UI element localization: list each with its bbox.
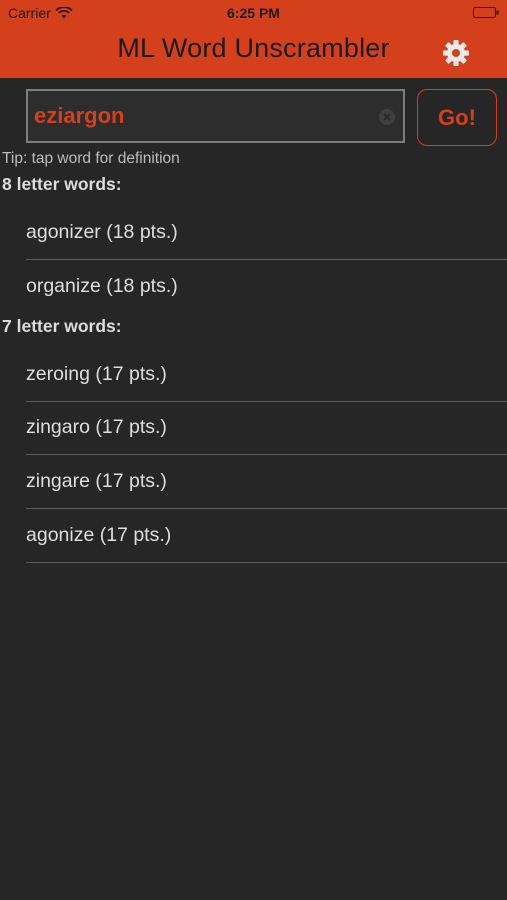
row-divider — [26, 508, 507, 509]
tip-text: Tip: tap word for definition — [2, 150, 180, 167]
go-button[interactable]: Go! — [417, 89, 497, 146]
word-label: organize (18 pts.) — [26, 275, 178, 297]
word-row[interactable]: agonize (17 pts.) — [26, 510, 507, 563]
word-row[interactable]: zingaro (17 pts.) — [26, 402, 507, 455]
search-input[interactable] — [34, 91, 374, 141]
clear-icon[interactable] — [379, 109, 395, 125]
word-row[interactable]: organize (18 pts.) — [26, 261, 507, 314]
word-label: zingaro (17 pts.) — [26, 416, 167, 438]
section-heading-8-letter: 8 letter words: — [2, 174, 122, 194]
gear-icon[interactable] — [441, 38, 471, 68]
status-time: 6:25 PM — [227, 5, 280, 21]
row-divider — [26, 454, 507, 455]
battery-icon — [473, 7, 499, 18]
word-row[interactable]: agonizer (18 pts.) — [26, 207, 507, 260]
word-label: agonizer (18 pts.) — [26, 221, 178, 243]
row-divider — [26, 259, 507, 260]
search-field[interactable] — [26, 89, 405, 143]
app-title: ML Word Unscrambler — [117, 33, 390, 63]
app-header: Carrier 6:25 PM ML Word Unscrambler — [0, 0, 507, 78]
word-label: agonize (17 pts.) — [26, 524, 172, 546]
word-row[interactable]: zeroing (17 pts.) — [26, 349, 507, 402]
word-label: zeroing (17 pts.) — [26, 363, 167, 385]
section-heading-7-letter: 7 letter words: — [2, 316, 122, 336]
word-label: zingare (17 pts.) — [26, 470, 167, 492]
word-row[interactable]: zingare (17 pts.) — [26, 456, 507, 509]
row-divider — [26, 562, 507, 563]
